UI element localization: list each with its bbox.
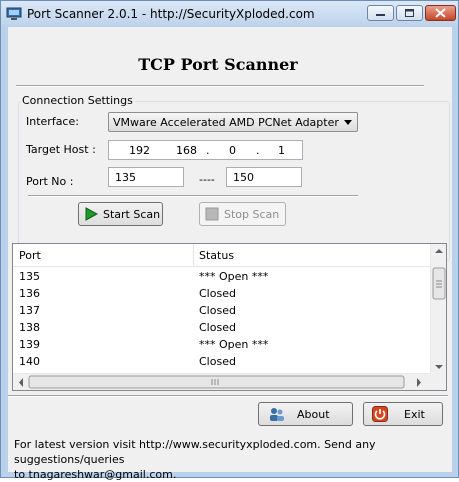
stop-scan-button[interactable]: Stop Scan [199, 202, 286, 226]
maximize-button[interactable] [396, 5, 423, 21]
port-range-separator: ---- [199, 173, 215, 186]
port-cell: 136 [19, 287, 40, 300]
status-cell: *** Open *** [199, 270, 269, 283]
divider [16, 85, 424, 87]
port-cell: 135 [19, 270, 40, 283]
column-header-port[interactable]: Port [19, 249, 41, 262]
column-separator[interactable] [193, 244, 194, 266]
interface-select[interactable]: VMware Accelerated AMD PCNet Adapter [108, 112, 358, 132]
status-cell: Closed [199, 287, 236, 300]
users-icon [270, 408, 284, 421]
port-end-value: 150 [233, 171, 254, 184]
status-cell: Closed [199, 304, 236, 317]
interface-select-value: VMware Accelerated AMD PCNet Adapter [113, 116, 339, 129]
start-scan-label: Start Scan [103, 208, 161, 221]
list-header: Port Status [13, 244, 430, 267]
vertical-scrollbar-graphics [432, 249, 446, 369]
close-button[interactable] [425, 5, 456, 21]
status-cell: Closed [199, 321, 236, 334]
ip-octet-3[interactable]: 0 [229, 144, 236, 157]
target-host-ip-field[interactable]: 192 . 168 . 0 . 1 [108, 140, 303, 160]
ip-octet-1[interactable]: 192 [129, 144, 150, 157]
status-cell: Closed [199, 355, 236, 368]
column-header-status[interactable]: Status [199, 249, 234, 262]
port-cell: 139 [19, 338, 40, 351]
table-row[interactable]: 136 Closed [13, 285, 430, 302]
table-row[interactable]: 140 Closed [13, 353, 430, 370]
table-row[interactable]: 139 *** Open *** [13, 336, 430, 353]
app-monitor-icon [6, 7, 22, 20]
footer-line-1: For latest version visit http://www.secu… [14, 438, 376, 466]
ip-octet-2[interactable]: 168 [176, 144, 197, 157]
start-scan-button[interactable]: Start Scan [78, 202, 163, 226]
vertical-scrollbar[interactable] [430, 244, 446, 373]
port-start-value: 135 [115, 171, 136, 184]
minimize-button[interactable] [367, 5, 394, 21]
stop-scan-label: Stop Scan [224, 208, 280, 221]
about-label: About [297, 408, 330, 421]
ip-octet-4[interactable]: 1 [278, 144, 285, 157]
table-row[interactable]: 138 Closed [13, 319, 430, 336]
horizontal-scrollbar-graphics [19, 375, 421, 389]
port-cell: 138 [19, 321, 40, 334]
exit-label: Exit [404, 408, 425, 421]
about-button[interactable]: About [258, 402, 353, 426]
maximize-icon [405, 9, 414, 17]
port-end-input[interactable]: 150 [226, 167, 302, 187]
port-start-input[interactable]: 135 [108, 167, 184, 187]
client-area: TCP Port Scanner Connection Settings Int… [8, 27, 452, 481]
footer-line-2: to tnagareshwar@gmail.com. [14, 468, 177, 481]
dropdown-arrow-icon[interactable] [344, 120, 352, 125]
footer-text: For latest version visit http://www.secu… [14, 437, 444, 482]
port-cell: 140 [19, 355, 40, 368]
interface-label: Interface: [26, 115, 79, 128]
play-icon [85, 207, 98, 221]
stop-icon [205, 207, 219, 221]
port-label: Port No : [26, 175, 74, 188]
port-cell: 137 [19, 304, 40, 317]
table-row[interactable]: 137 Closed [13, 302, 430, 319]
app-window: Port Scanner 2.0.1 - http://SecurityXplo… [0, 0, 459, 481]
divider [8, 395, 448, 397]
status-cell: *** Open *** [199, 338, 269, 351]
table-row[interactable]: 135 *** Open *** [13, 268, 430, 285]
page-title: TCP Port Scanner [138, 55, 298, 74]
window-title: Port Scanner 2.0.1 - http://SecurityXplo… [27, 7, 315, 21]
minimize-icon [376, 14, 385, 16]
scrollbar-corner [430, 373, 446, 390]
ip-dot: . [256, 144, 260, 157]
results-list[interactable]: Port Status 135 *** Open *** 136 Closed … [12, 243, 447, 391]
horizontal-scrollbar[interactable] [13, 373, 430, 390]
ip-dot: . [206, 144, 210, 157]
target-host-label: Target Host : [26, 143, 96, 156]
divider [28, 195, 358, 197]
close-icon [435, 8, 446, 18]
title-bar[interactable]: Port Scanner 2.0.1 - http://SecurityXplo… [1, 1, 458, 27]
exit-button[interactable]: Exit [363, 402, 443, 426]
power-icon [372, 406, 388, 422]
group-title: Connection Settings [20, 94, 135, 107]
